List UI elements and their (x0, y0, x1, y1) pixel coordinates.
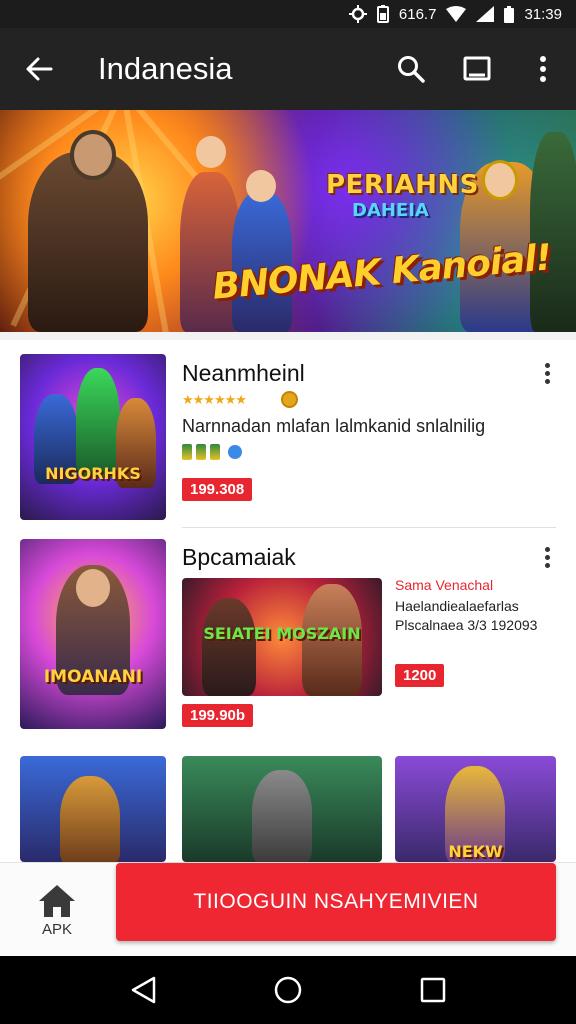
nav-home-button[interactable] (258, 960, 318, 1020)
item-menu-button[interactable] (535, 356, 559, 390)
app-thumbnail[interactable] (20, 756, 166, 862)
app-name: Neanmheinl (182, 360, 305, 386)
back-button[interactable] (0, 28, 78, 110)
nav-recents-button[interactable] (403, 960, 463, 1020)
app-list: NIGORHKS Neanmheinl ★★★★★★ Narnnadan mla… (0, 332, 576, 862)
nav-recents-icon (421, 977, 446, 1003)
coin-icon (281, 391, 298, 408)
app-name: Bpcamaiak (182, 544, 296, 570)
back-arrow-icon (26, 57, 53, 81)
home-label: APK (41, 920, 72, 938)
banner-headline-2: DAHEIA (352, 200, 429, 221)
rating-stars: ★★★★★★ (182, 392, 247, 407)
nav-home-icon (274, 976, 302, 1004)
thumb-label: NIGORHKS (45, 464, 141, 483)
promo-line-1: Haelandiealaefarlas (395, 598, 519, 614)
app-thumbnail[interactable]: NIGORHKS (20, 354, 166, 520)
screen: 616.7 31:39 Indanesia PERIAHNS DAHEIA BN… (0, 0, 576, 1024)
install-cta-button[interactable]: TIIOOGUIN NSAHYEMIVIEN (116, 863, 556, 941)
bottom-bar: APK TIIOOGUIN NSAHYEMIVIEN (0, 862, 576, 956)
badge-row (182, 444, 242, 460)
item-menu-button[interactable] (535, 540, 559, 574)
wifi-icon (446, 6, 467, 22)
settings-status-icon (348, 5, 367, 23)
search-icon (398, 56, 425, 83)
clock: 31:39 (524, 5, 562, 23)
promo-thumbnail[interactable]: SEIATEI MOSZAIN (182, 578, 382, 696)
banner-headline-1: PERIAHNS (326, 170, 479, 200)
promo-title: Sama Venachal (395, 577, 494, 593)
battery-status-icon (376, 5, 389, 23)
thumb-label: NEKW (448, 842, 503, 861)
verified-icon (228, 445, 242, 459)
app-thumbnail[interactable]: NEKW (395, 756, 556, 862)
app-description: Narnnadan mlafan lalmkanid snlalnilig (182, 416, 486, 436)
signal-icon (476, 6, 495, 22)
page-title: Indanesia (98, 51, 233, 86)
promo-thumb-label: SEIATEI MOSZAIN (203, 624, 361, 643)
promo-price-badge: 1200 (395, 664, 445, 687)
promo-line-2: Plscalnaea 3/3 192093 (395, 617, 538, 633)
app-bar: Indanesia (0, 28, 576, 110)
divider (182, 527, 556, 528)
cast-icon (463, 56, 491, 81)
network-text: 616.7 (398, 5, 437, 23)
price-badge: 199.308 (182, 478, 253, 501)
battery-icon (504, 5, 515, 23)
home-tab[interactable]: APK (20, 873, 94, 947)
hero-banner[interactable]: PERIAHNS DAHEIA BNONAK Kanoial! (0, 110, 576, 332)
status-bar: 616.7 31:39 (0, 0, 576, 28)
nav-back-icon (131, 976, 155, 1004)
app-thumbnail[interactable] (182, 756, 382, 862)
system-nav-bar (0, 956, 576, 1024)
thumb-label: IMOANANI (43, 667, 143, 687)
more-vert-icon (540, 56, 546, 82)
home-icon (39, 884, 75, 917)
overflow-menu-button[interactable] (510, 28, 576, 110)
search-button[interactable] (378, 28, 444, 110)
nav-back-button[interactable] (113, 960, 173, 1020)
app-thumbnail[interactable]: IMOANANI (20, 539, 166, 729)
cast-button[interactable] (444, 28, 510, 110)
price-badge: 199.90b (182, 704, 254, 727)
